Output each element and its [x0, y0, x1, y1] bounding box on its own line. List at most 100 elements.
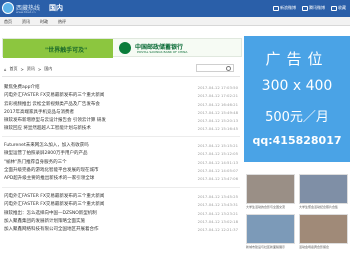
breadcrumb: ⌂ 首页 > 资讯 > 国内 — [4, 66, 52, 72]
list-item[interactable]: 微软回应 将显然超越人工智能计划与新技术 2017-04-12 15:16:45 — [4, 125, 240, 133]
section-title: 国内 — [49, 4, 63, 12]
nav-item-news[interactable]: 资讯 — [22, 19, 30, 25]
list-item[interactable]: 微软发布新增原型与云设计报告会 引领云计算 研发 2017-04-12 15:20… — [4, 117, 240, 125]
list-item[interactable]: 微软推出：怎么选择向中国—DZSNO新型机制 2017-04-12 13:23:2… — [4, 210, 240, 218]
divider — [2, 187, 240, 188]
photo-caption[interactable]: 大学生活动的合影与全国交流 — [246, 205, 295, 210]
bank-banner-ad[interactable]: "世界触手可及" 中国邮政储蓄银行 POSTAL SAVINGS BANK OF… — [2, 38, 242, 58]
news-title[interactable]: 微软推出：怎么选择向中国—DZSNO新型机制 — [4, 210, 176, 218]
weibo-link[interactable]: 新浪微博 — [273, 5, 296, 11]
news-title[interactable]: 2017年高端家具手机竞品与消费者 — [4, 109, 176, 117]
news-title[interactable]: 微型运营了拍照录屏2800万手用户的产品 — [4, 150, 176, 158]
news-date: 2017-04-12 15:20:13 — [197, 118, 238, 124]
photo-image[interactable] — [299, 214, 348, 244]
news-title[interactable]: 全面升级完备的游戏化智能平台发展的现在城市 — [4, 167, 176, 175]
nav-item-politics[interactable]: 时政 — [40, 19, 48, 25]
news-date: 2017-04-12 17:03:50 — [197, 85, 238, 90]
list-item[interactable]: Futurenet未来网怎么加入，加入有收获吗 2017-04-12 15:15:… — [4, 142, 240, 150]
tencent-weibo-link[interactable]: 腾讯微博 — [302, 5, 325, 11]
news-date: 2017-04-12 16:46:21 — [197, 101, 238, 107]
news-list-2: Futurenet未来网怎么加入，加入有收获吗 2017-04-12 15:15:… — [4, 142, 240, 183]
weibo-icon — [273, 5, 279, 11]
news-title[interactable]: 闪电外汇FASTER FX交易最新发布的三个重大新闻 — [4, 92, 176, 100]
breadcrumb-home[interactable]: 首页 — [10, 66, 18, 72]
sidebar-ad[interactable]: 广告位 300 x 400 500元／月 qq:415828017 — [244, 36, 350, 162]
search-icon[interactable] — [226, 66, 231, 71]
news-title[interactable]: Futurenet未来网怎么加入，加入有收获吗 — [4, 142, 176, 150]
divider — [2, 76, 240, 77]
list-item[interactable]: 加入聚鑫网络科技有限公司全国地区开展着合作 2017-04-12 12:21:37 — [4, 226, 240, 234]
list-item[interactable]: 加入聚鑫集团的发展新计划策略全面实施 2017-04-12 13:02:18 — [4, 218, 240, 226]
divider — [2, 136, 240, 137]
news-date: 2017-04-12 15:12:05 — [197, 151, 238, 157]
breadcrumb-level1[interactable]: 资讯 — [27, 66, 35, 72]
list-item[interactable]: 闪电外汇FASTER FX交易最新发布的三个重大新闻 2017-04-12 13:… — [4, 193, 240, 201]
banner-slogan: "世界触手可及" — [45, 47, 88, 54]
search-input[interactable] — [196, 64, 234, 72]
main-nav: 首页 资讯 时政 热评 — [0, 17, 350, 26]
news-date: 2017-04-12 14:05:07 — [197, 167, 238, 173]
news-date: 2017-04-12 15:49:48 — [197, 109, 238, 115]
favorite-icon — [331, 5, 337, 11]
favorite-link[interactable]: 收藏 — [331, 5, 346, 11]
list-item[interactable]: 微型运营了拍照录屏2800万手用户的产品 2017-04-12 15:12:05 — [4, 150, 240, 158]
news-date: 2017-04-12 12:21:37 — [197, 227, 238, 233]
list-item[interactable]: 云彩视频推出 云松全新视频类产品及广告发布会 2017-04-12 16:46:2… — [4, 101, 240, 109]
news-title[interactable]: "榆林"热门推荐自身服务的三个 — [4, 159, 176, 167]
list-item[interactable]: 全面升级完备的游戏化智能平台发展的现在城市 2017-04-12 14:05:07 — [4, 167, 240, 175]
photo-caption[interactable]: 新城市建设与社区新面貌展示 — [246, 245, 295, 250]
bank-name-en: POSTAL SAVINGS BANK OF CHINA — [137, 50, 188, 54]
top-links: 新浪微博 腾讯微博 收藏 — [273, 5, 346, 11]
news-title[interactable]: 云彩视频推出 云松全新视频类产品及广告发布会 — [4, 101, 176, 109]
photo-item[interactable]: 新城市建设与社区新面貌展示 — [246, 214, 295, 250]
breadcrumb-current: 国内 — [44, 66, 53, 71]
news-list-3: 闪电外汇FASTER FX交易最新发布的三个重大新闻 2017-04-12 13:… — [4, 193, 240, 234]
tencent-link-label: 腾讯微博 — [309, 5, 325, 10]
news-date: 2017-04-12 14:51:13 — [197, 159, 238, 165]
photo-image[interactable] — [246, 174, 295, 204]
news-list-1: 聚焦免费app介绍 2017-04-12 17:03:50 闪电外汇FASTER … — [4, 84, 240, 134]
list-item[interactable]: "榆林"热门推荐自身服务的三个 2017-04-12 14:51:13 — [4, 159, 240, 167]
ad-contact: qq:415828017 — [252, 134, 342, 147]
list-item[interactable]: 聚焦免费app介绍 2017-04-12 17:03:50 — [4, 84, 240, 92]
news-date: 2017-04-12 13:23:21 — [197, 210, 238, 216]
home-icon[interactable]: ⌂ — [4, 67, 7, 72]
site-logo[interactable]: 西藏热线 www.tibet.cn — [2, 2, 46, 14]
bank-logo-icon — [119, 42, 131, 54]
nav-item-comment[interactable]: 热评 — [58, 19, 66, 25]
news-date: 2017-04-12 13:02:18 — [197, 218, 238, 224]
news-title[interactable]: 加入聚鑫网络科技有限公司全国地区开展着合作 — [4, 226, 176, 234]
photo-caption[interactable]: 大学生聚会活动纪念照片合集 — [299, 205, 348, 210]
news-title[interactable]: 闪电外汇FASTER FX交易最新发布的三个重大新闻 — [4, 201, 176, 209]
news-title[interactable]: 微软回应 将显然超越人工智能计划与新技术 — [4, 125, 176, 133]
photo-caption[interactable]: 活动会场嘉宾合影留念 — [299, 245, 348, 250]
news-date: 2017-04-12 15:15:21 — [197, 143, 238, 148]
news-title[interactable]: 闪电外汇FASTER FX交易最新发布的三个重大新闻 — [4, 193, 176, 201]
photo-item[interactable]: 大学生聚会活动纪念照片合集 — [299, 174, 348, 210]
news-title[interactable]: 加入聚鑫集团的发展新计划策略全面实施 — [4, 218, 176, 226]
news-date: 2017-04-12 13:43:31 — [197, 202, 238, 208]
news-date: 2017-04-12 17:02:21 — [197, 93, 238, 99]
weibo-link-label: 新浪微博 — [280, 5, 296, 10]
breadcrumb-separator: > — [37, 66, 42, 72]
ad-headline: 广告位 — [265, 50, 329, 68]
photo-image[interactable] — [246, 214, 295, 244]
news-title[interactable]: APD超升级主要的推出新技术的一家引领全球 — [4, 175, 176, 183]
photo-image[interactable] — [299, 174, 348, 204]
news-title[interactable]: 聚焦免费app介绍 — [4, 84, 176, 92]
ad-size: 300 x 400 — [261, 78, 333, 94]
news-title[interactable]: 微软发布新增原型与云设计报告会 引领云计算 研发 — [4, 117, 176, 125]
list-item[interactable]: APD超升级主要的推出新技术的一家引领全球 2017-04-12 13:47:06 — [4, 175, 240, 183]
list-item[interactable]: 2017年高端家具手机竞品与消费者 2017-04-12 15:49:48 — [4, 109, 240, 117]
news-date: 2017-04-12 13:45:25 — [197, 194, 238, 199]
list-item[interactable]: 闪电外汇FASTER FX交易最新发布的三个重大新闻 2017-04-12 17:… — [4, 92, 240, 100]
news-date: 2017-04-12 15:16:45 — [197, 126, 238, 132]
photo-item[interactable]: 活动会场嘉宾合影留念 — [299, 214, 348, 250]
news-date: 2017-04-12 13:47:06 — [197, 176, 238, 182]
favorite-link-label: 收藏 — [338, 5, 346, 10]
list-item[interactable]: 闪电外汇FASTER FX交易最新发布的三个重大新闻 2017-04-12 13:… — [4, 201, 240, 209]
photo-item[interactable]: 大学生活动的合影与全国交流 — [246, 174, 295, 210]
ad-price: 500元／月 — [265, 110, 329, 125]
tencent-icon — [302, 5, 308, 11]
nav-item-home[interactable]: 首页 — [4, 19, 12, 25]
